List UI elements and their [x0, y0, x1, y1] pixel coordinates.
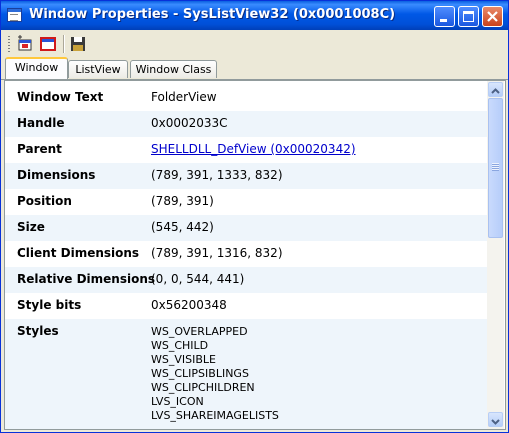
tab-strip: Window ListView Window Class [1, 57, 508, 80]
property-key: Dimensions [17, 168, 96, 182]
save-button[interactable] [69, 35, 87, 53]
vertical-scrollbar[interactable] [487, 81, 504, 429]
toolbar [1, 30, 508, 57]
minimize-icon [440, 19, 447, 22]
style-item: WS_CLIPSIBLINGS [151, 367, 249, 380]
property-row: Window Text FolderView [5, 85, 487, 111]
property-key: Size [17, 220, 45, 234]
thumb-grip [492, 163, 499, 171]
property-key: Window Text [17, 90, 104, 104]
close-icon [487, 11, 498, 22]
style-item: LVS_SHAREIMAGELISTS [151, 409, 279, 422]
arrow-down-icon [491, 419, 500, 425]
property-row: Handle 0x0002033C [5, 111, 487, 137]
style-item: WS_VISIBLE [151, 353, 216, 366]
maximize-icon [463, 11, 474, 22]
style-item: WS_OVERLAPPED [151, 325, 248, 338]
property-value: FolderView [151, 90, 217, 104]
property-value: 0x0002033C [151, 116, 228, 130]
property-row: Dimensions (789, 391, 1333, 832) [5, 163, 487, 189]
property-value: 0x56200348 [151, 298, 227, 312]
property-key: Relative Dimensions [17, 272, 156, 286]
window-title: Window Properties - SysListView32 (0x000… [29, 7, 396, 22]
scroll-thumb[interactable] [488, 98, 503, 238]
window-highlight-icon [40, 37, 56, 51]
maximize-button[interactable] [458, 6, 479, 27]
property-key: Parent [17, 142, 62, 156]
property-key: Position [17, 194, 72, 208]
save-icon [71, 37, 85, 51]
highlight-window-button[interactable] [39, 35, 57, 53]
property-key: Styles [17, 324, 59, 338]
properties-panel: Window Text FolderView Handle 0x0002033C… [4, 80, 506, 430]
properties-window: Window Properties - SysListView32 (0x000… [0, 0, 509, 433]
property-row: Styles WS_OVERLAPPED WS_CHILD WS_VISIBLE… [5, 319, 487, 429]
parent-window-link[interactable]: SHELLDLL_DefView (0x00020342) [151, 142, 356, 156]
property-row: Style bits 0x56200348 [5, 293, 487, 319]
property-row: Parent SHELLDLL_DefView (0x00020342) [5, 137, 487, 163]
property-key: Handle [17, 116, 65, 130]
window-app-icon [7, 8, 22, 22]
minimize-button[interactable] [434, 6, 455, 27]
toolbar-separator [63, 35, 65, 53]
style-item: WS_CHILD [151, 339, 209, 352]
property-value: (789, 391) [151, 194, 214, 208]
close-button[interactable] [482, 6, 503, 27]
property-row: Size (545, 442) [5, 215, 487, 241]
title-bar[interactable]: Window Properties - SysListView32 (0x000… [1, 1, 508, 30]
style-item: WS_CLIPCHILDREN [151, 381, 255, 394]
find-window-button[interactable] [17, 35, 35, 53]
style-item: LVS_ICON [151, 395, 204, 408]
property-row: Relative Dimensions (0, 0, 544, 441) [5, 267, 487, 293]
find-window-icon [18, 35, 32, 51]
scroll-up-button[interactable] [488, 82, 503, 97]
property-key: Client Dimensions [17, 246, 140, 260]
property-value: (545, 442) [151, 220, 214, 234]
tab-window-class[interactable]: Window Class [130, 60, 217, 78]
property-value: (789, 391, 1316, 832) [151, 246, 283, 260]
property-value: (0, 0, 544, 441) [151, 272, 245, 286]
scroll-down-button[interactable] [488, 412, 503, 427]
tab-listview[interactable]: ListView [68, 60, 128, 78]
arrow-up-icon [491, 88, 500, 94]
property-value: (789, 391, 1333, 832) [151, 168, 283, 182]
property-row: Position (789, 391) [5, 189, 487, 215]
styles-list: WS_OVERLAPPED WS_CHILD WS_VISIBLE WS_CLI… [151, 325, 279, 423]
tab-window[interactable]: Window [5, 57, 68, 79]
toolbar-grip[interactable] [8, 36, 10, 52]
property-row: Client Dimensions (789, 391, 1316, 832) [5, 241, 487, 267]
property-key: Style bits [17, 298, 82, 312]
